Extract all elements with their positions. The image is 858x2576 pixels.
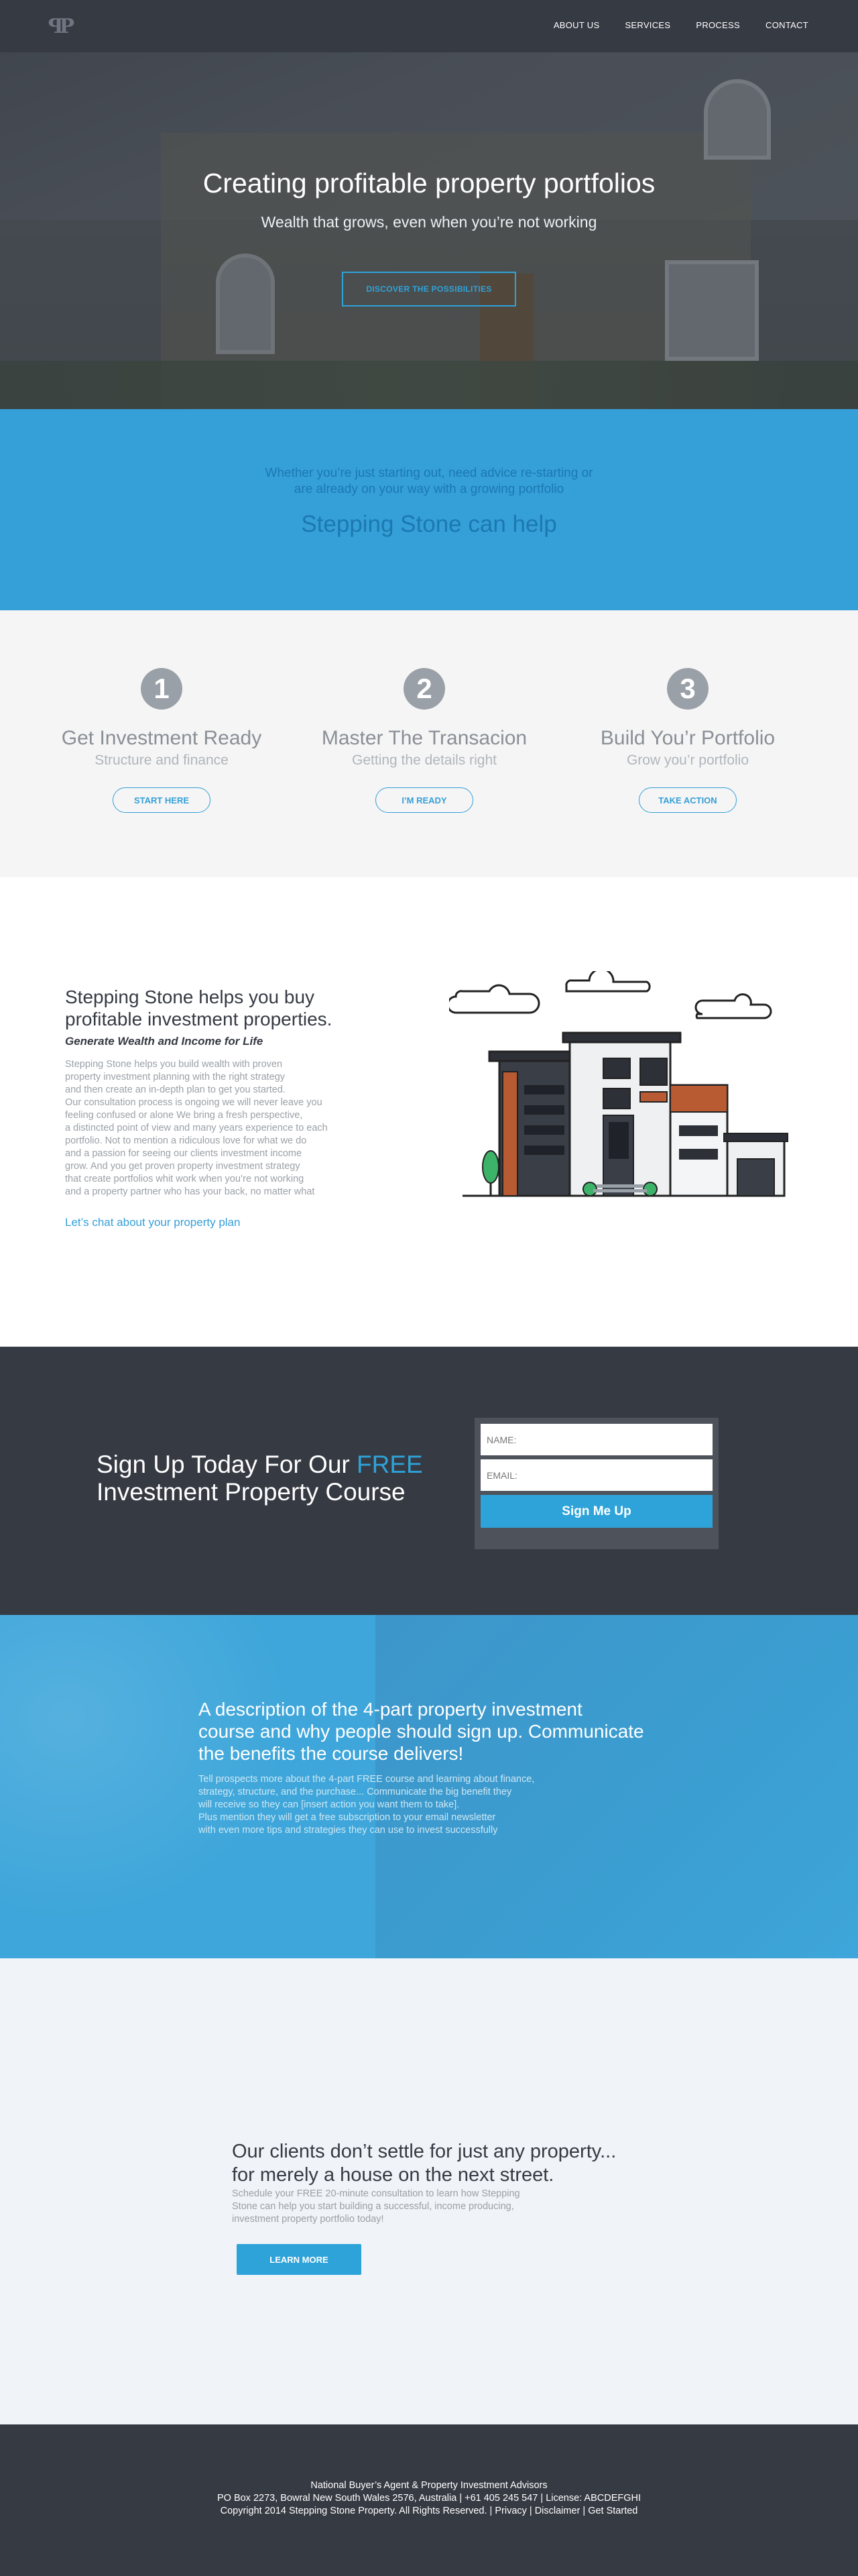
nav-link-about-us[interactable]: ABOUT US: [554, 20, 600, 30]
take-action-button[interactable]: TAKE ACTION: [639, 787, 737, 813]
about-heading-line: Stepping Stone helps you buy: [65, 987, 315, 1007]
footer: National Buyer’s Agent & Property Invest…: [0, 2424, 858, 2576]
about-body-line: and a passion for seeing our clients inv…: [65, 1148, 302, 1159]
step-number-badge: 2: [404, 668, 445, 710]
clients-heading-line: for merely a house on the next street.: [232, 2164, 554, 2186]
name-field[interactable]: [481, 1424, 713, 1455]
intro-text-line: Whether you’re just starting out, need a…: [265, 466, 593, 480]
clients-body-line: investment property portfolio today!: [232, 2214, 384, 2225]
step-title: Build You’r Portfolio: [600, 727, 776, 749]
intro-text-line: are already on your way with a growing p…: [294, 482, 564, 496]
sign-me-up-button[interactable]: Sign Me Up: [481, 1495, 713, 1528]
nav-link-process[interactable]: PROCESS: [696, 20, 740, 30]
signup-heading: Sign Up Today For Our FREE Investment Pr…: [97, 1451, 423, 1506]
steps-section: 1 Get Investment Ready Structure and fin…: [0, 610, 858, 877]
about-body-line: that create portfolios whit work when yo…: [65, 1174, 304, 1184]
email-field[interactable]: [481, 1459, 713, 1491]
course-body-line: with even more tips and strategies they …: [198, 1825, 498, 1836]
step-title: Get Investment Ready: [61, 727, 262, 749]
signup-heading-text: Sign Up Today For Our: [97, 1451, 357, 1478]
step-card: 3 Build You’r Portfolio Grow you’r portf…: [567, 668, 808, 813]
site-logo[interactable]: ꟼP: [48, 15, 74, 38]
clients-body-line: Schedule your FREE 20-minute consultatio…: [232, 2188, 520, 2199]
course-heading-line: the benefits the course delivers!: [198, 1743, 464, 1764]
start-here-button[interactable]: START HERE: [113, 787, 210, 813]
cloud-icon: [449, 984, 540, 1014]
course-body-line: will receive so they can [insert action …: [198, 1799, 460, 1810]
intro-heading: Stepping Stone can help: [301, 511, 557, 537]
course-heading-line: A description of the 4-part property inv…: [198, 1699, 583, 1720]
clients-body-line: Stone can help you start building a succ…: [232, 2201, 514, 2212]
about-body-line: Stepping Stone helps you build wealth wi…: [65, 1059, 283, 1070]
nav-link-services[interactable]: SERVICES: [625, 20, 670, 30]
clients-heading-line: Our clients don’t settle for just any pr…: [232, 2141, 617, 2162]
about-heading-line: profitable investment properties.: [65, 1009, 332, 1029]
signup-heading-text: Investment Property Course: [97, 1478, 406, 1506]
about-body-line: property investment planning with the ri…: [65, 1072, 286, 1082]
intro-band: Whether you’re just starting out, need a…: [0, 409, 858, 610]
signup-section: Sign Up Today For Our FREE Investment Pr…: [0, 1347, 858, 1615]
about-body-line: feeling confused or alone We bring a fre…: [65, 1110, 303, 1121]
about-section: Stepping Stone helps you buy profitable …: [0, 877, 858, 1347]
course-body-line: strategy, structure, and the purchase...…: [198, 1787, 512, 1797]
hero-title: Creating profitable property portfolios: [202, 168, 656, 199]
step-subtitle: Structure and finance: [95, 752, 229, 768]
step-card: 1 Get Investment Ready Structure and fin…: [41, 668, 282, 813]
step-title: Master The Transacion: [321, 727, 528, 749]
about-body-line: Our consultation process is ongoing we w…: [65, 1097, 322, 1108]
about-body-line: a distincted point of view and many year…: [65, 1123, 328, 1133]
step-subtitle: Grow you’r portfolio: [626, 752, 749, 768]
course-description-section: A description of the 4-part property inv…: [0, 1615, 858, 1958]
clients-body: Schedule your FREE 20-minute consultatio…: [232, 2188, 574, 2226]
course-body-line: Tell prospects more about the 4-part FRE…: [198, 1774, 535, 1785]
course-heading-line: course and why people should sign up. Co…: [198, 1721, 644, 1742]
discover-possibilities-button[interactable]: DISCOVER THE POSSIBILITIES: [342, 272, 516, 306]
nav-link-contact[interactable]: CONTACT: [765, 20, 808, 30]
cloud-icon: [565, 971, 651, 993]
chat-property-plan-link[interactable]: Let’s chat about your property plan: [65, 1216, 240, 1229]
learn-more-button[interactable]: LEARN MORE: [237, 2244, 361, 2275]
about-body-line: and a property partner who has your back…: [65, 1186, 315, 1197]
hero-subtitle: Wealth that grows, even when you’re not …: [261, 213, 597, 231]
clients-heading: Our clients don’t settle for just any pr…: [232, 2140, 674, 2187]
hero-section: Creating profitable property portfolios …: [0, 52, 858, 409]
intro-text: Whether you’re just starting out, need a…: [0, 465, 858, 498]
footer-address: PO Box 2273, Bowral New South Wales 2576…: [217, 2493, 641, 2504]
step-subtitle: Getting the details right: [352, 752, 497, 768]
modern-house-illustration: [449, 971, 788, 1197]
clients-section: Our clients don’t settle for just any pr…: [0, 1958, 858, 2424]
about-body-line: portfolio. Not to mention a ridiculous l…: [65, 1135, 307, 1146]
course-description-heading: A description of the 4-part property inv…: [198, 1698, 681, 1765]
step-number-badge: 3: [667, 668, 709, 710]
about-body: Stepping Stone helps you build wealth wi…: [65, 1058, 380, 1198]
course-body-line: Plus mention they will get a free subscr…: [198, 1812, 496, 1823]
footer-copyright-links[interactable]: Copyright 2014 Stepping Stone Property. …: [0, 2505, 858, 2518]
top-navigation: ꟼP ABOUT US SERVICES PROCESS CONTACT: [0, 0, 858, 52]
cloud-icon: [694, 993, 772, 1019]
im-ready-button[interactable]: I’M READY: [375, 787, 473, 813]
footer-tagline: National Buyer’s Agent & Property Invest…: [310, 2480, 548, 2491]
nav-menu: ABOUT US SERVICES PROCESS CONTACT: [554, 20, 808, 30]
signup-heading-free: FREE: [357, 1451, 423, 1478]
about-heading: Stepping Stone helps you buy profitable …: [65, 986, 387, 1030]
signup-form: Sign Me Up: [475, 1418, 719, 1549]
step-number-badge: 1: [141, 668, 182, 710]
course-description-body: Tell prospects more about the 4-part FRE…: [198, 1773, 601, 1837]
about-subheading: Generate Wealth and Income for Life: [65, 1035, 263, 1048]
about-body-line: and then create an in-depth plan to get …: [65, 1084, 286, 1095]
about-body-line: grow. And you get proven property invest…: [65, 1161, 300, 1172]
step-card: 2 Master The Transacion Getting the deta…: [304, 668, 545, 813]
